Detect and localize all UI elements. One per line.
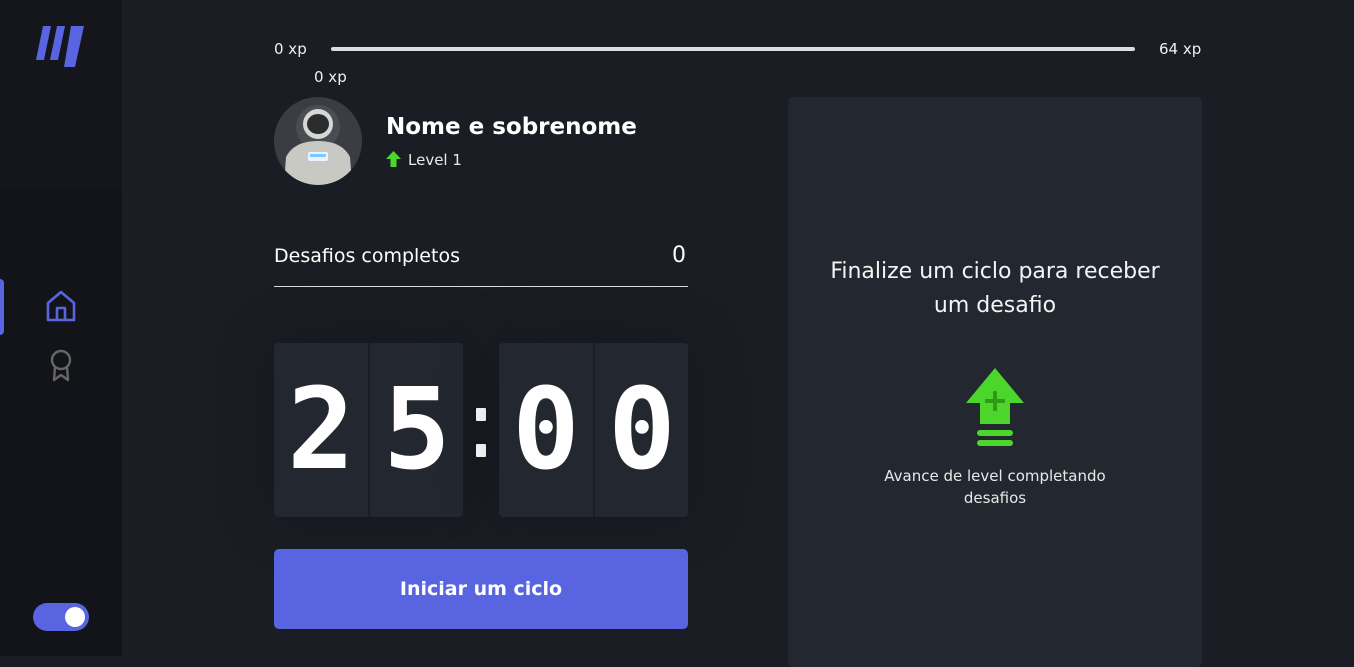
sidebar bbox=[0, 0, 122, 656]
start-cycle-button[interactable]: Iniciar um ciclo bbox=[274, 549, 688, 629]
countdown-digit: 0 bbox=[512, 365, 580, 495]
xp-current-label: 0 xp bbox=[314, 68, 347, 86]
active-nav-indicator bbox=[0, 279, 4, 335]
profile-name: Nome e sobrenome bbox=[386, 114, 637, 140]
xp-max-label: 64 xp bbox=[1159, 40, 1202, 58]
completed-challenges-label: Desafios completos bbox=[274, 245, 460, 267]
countdown-digit: 5 bbox=[383, 365, 451, 495]
xp-min-label: 0 xp bbox=[274, 40, 307, 58]
level-up-arrow-icon bbox=[386, 151, 401, 167]
challenge-panel-title: Finalize um ciclo para receber um desafi… bbox=[830, 259, 1160, 318]
challenge-panel-hint: Avance de level completando desafios bbox=[884, 467, 1106, 507]
completed-challenges-count: 0 bbox=[672, 243, 686, 268]
countdown-digit: 2 bbox=[287, 365, 355, 495]
award-icon[interactable] bbox=[44, 348, 78, 382]
theme-toggle[interactable] bbox=[33, 603, 89, 631]
experience-bar bbox=[331, 47, 1135, 51]
level-label: Level 1 bbox=[408, 151, 462, 169]
avatar bbox=[274, 97, 362, 185]
toggle-knob bbox=[65, 607, 85, 627]
countdown-colon bbox=[474, 408, 488, 458]
challenge-panel: Finalize um ciclo para receber um desafi… bbox=[788, 97, 1202, 667]
home-icon[interactable] bbox=[44, 289, 78, 323]
divider bbox=[274, 286, 688, 287]
astronaut-avatar-image bbox=[274, 97, 362, 185]
countdown-minutes: 2 5 bbox=[274, 343, 463, 517]
level-up-icon bbox=[966, 368, 1024, 446]
countdown-seconds: 0 0 bbox=[499, 343, 688, 517]
countdown-digit: 0 bbox=[608, 365, 676, 495]
logo-icon bbox=[36, 26, 84, 67]
